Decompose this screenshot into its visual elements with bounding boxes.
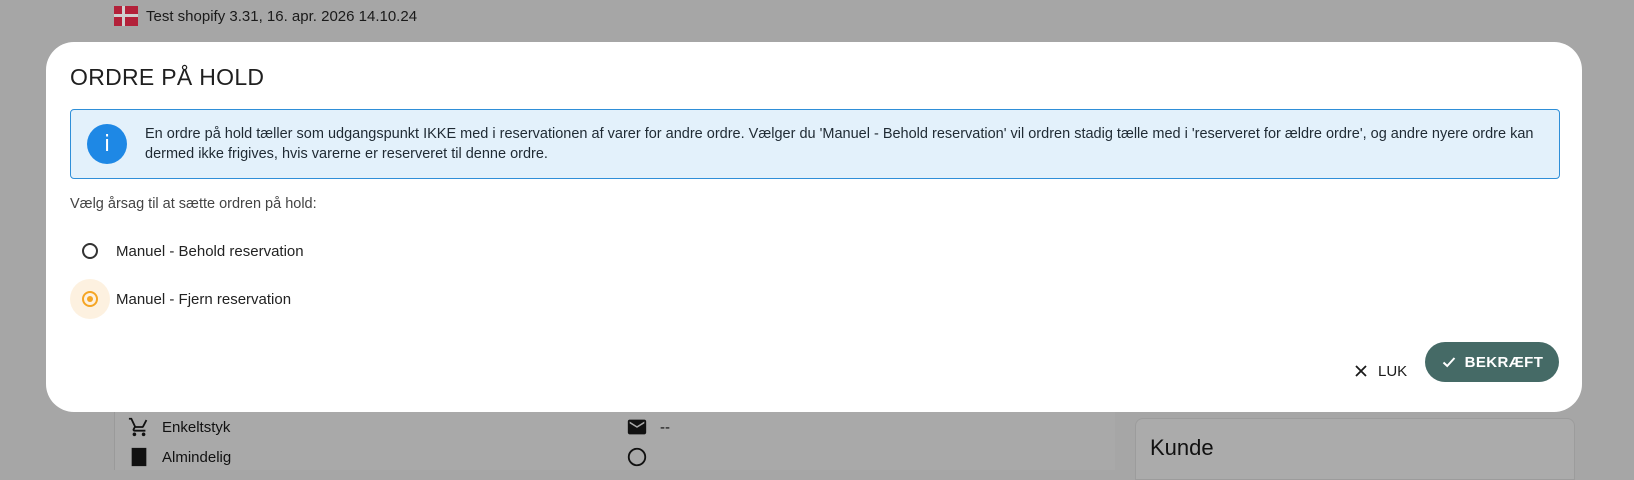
clock-row	[626, 446, 648, 468]
confirm-button-label: BEKRÆFT	[1464, 353, 1544, 371]
danish-flag-icon	[114, 6, 138, 26]
order-type-label: Enkeltstyk	[162, 418, 231, 436]
info-icon: i	[87, 124, 127, 164]
category-row: Almindelig	[128, 446, 231, 468]
category-label: Almindelig	[162, 448, 232, 466]
close-icon	[1355, 365, 1367, 377]
order-type-row: Enkeltstyk	[128, 416, 230, 438]
info-alert: i En ordre på hold tæller som udgangspun…	[70, 109, 1560, 179]
radio-remove-reservation-hit[interactable]	[70, 279, 110, 319]
option-keep-reservation[interactable]: Manuel - Behold reservation	[70, 231, 304, 271]
radio-remove-reservation[interactable]	[82, 291, 98, 307]
close-button[interactable]: LUK	[1348, 354, 1413, 388]
customer-card: Kunde	[1135, 418, 1575, 480]
radio-keep-reservation-hit[interactable]	[70, 231, 110, 271]
option-keep-reservation-label[interactable]: Manuel - Behold reservation	[116, 243, 304, 260]
shop-header-text: Test shopify 3.31, 16. apr. 2026 14.10.2…	[146, 7, 418, 25]
confirm-button[interactable]: BEKRÆFT	[1425, 342, 1559, 382]
close-button-label: LUK	[1378, 362, 1408, 380]
reason-prompt: Vælg årsag til at sætte ordren på hold:	[70, 196, 317, 212]
order-on-hold-dialog: ORDRE PÅ HOLD i En ordre på hold tæller …	[46, 42, 1582, 412]
mail-icon	[627, 419, 647, 435]
document-icon	[131, 447, 147, 467]
customer-card-title: Kunde	[1150, 435, 1214, 460]
info-alert-text: En ordre på hold tæller som udgangspunkt…	[145, 126, 1534, 162]
option-remove-reservation[interactable]: Manuel - Fjern reservation	[70, 279, 291, 319]
dialog-title: ORDRE PÅ HOLD	[70, 64, 265, 90]
shopping-cart-icon	[128, 417, 148, 437]
checkmark-icon	[1442, 357, 1455, 368]
email-value: --	[660, 418, 670, 436]
shop-header: Test shopify 3.31, 16. apr. 2026 14.10.2…	[114, 6, 417, 26]
clock-icon	[627, 447, 647, 467]
email-row: --	[626, 416, 670, 438]
radio-keep-reservation[interactable]	[82, 243, 98, 259]
option-remove-reservation-label[interactable]: Manuel - Fjern reservation	[116, 291, 291, 308]
